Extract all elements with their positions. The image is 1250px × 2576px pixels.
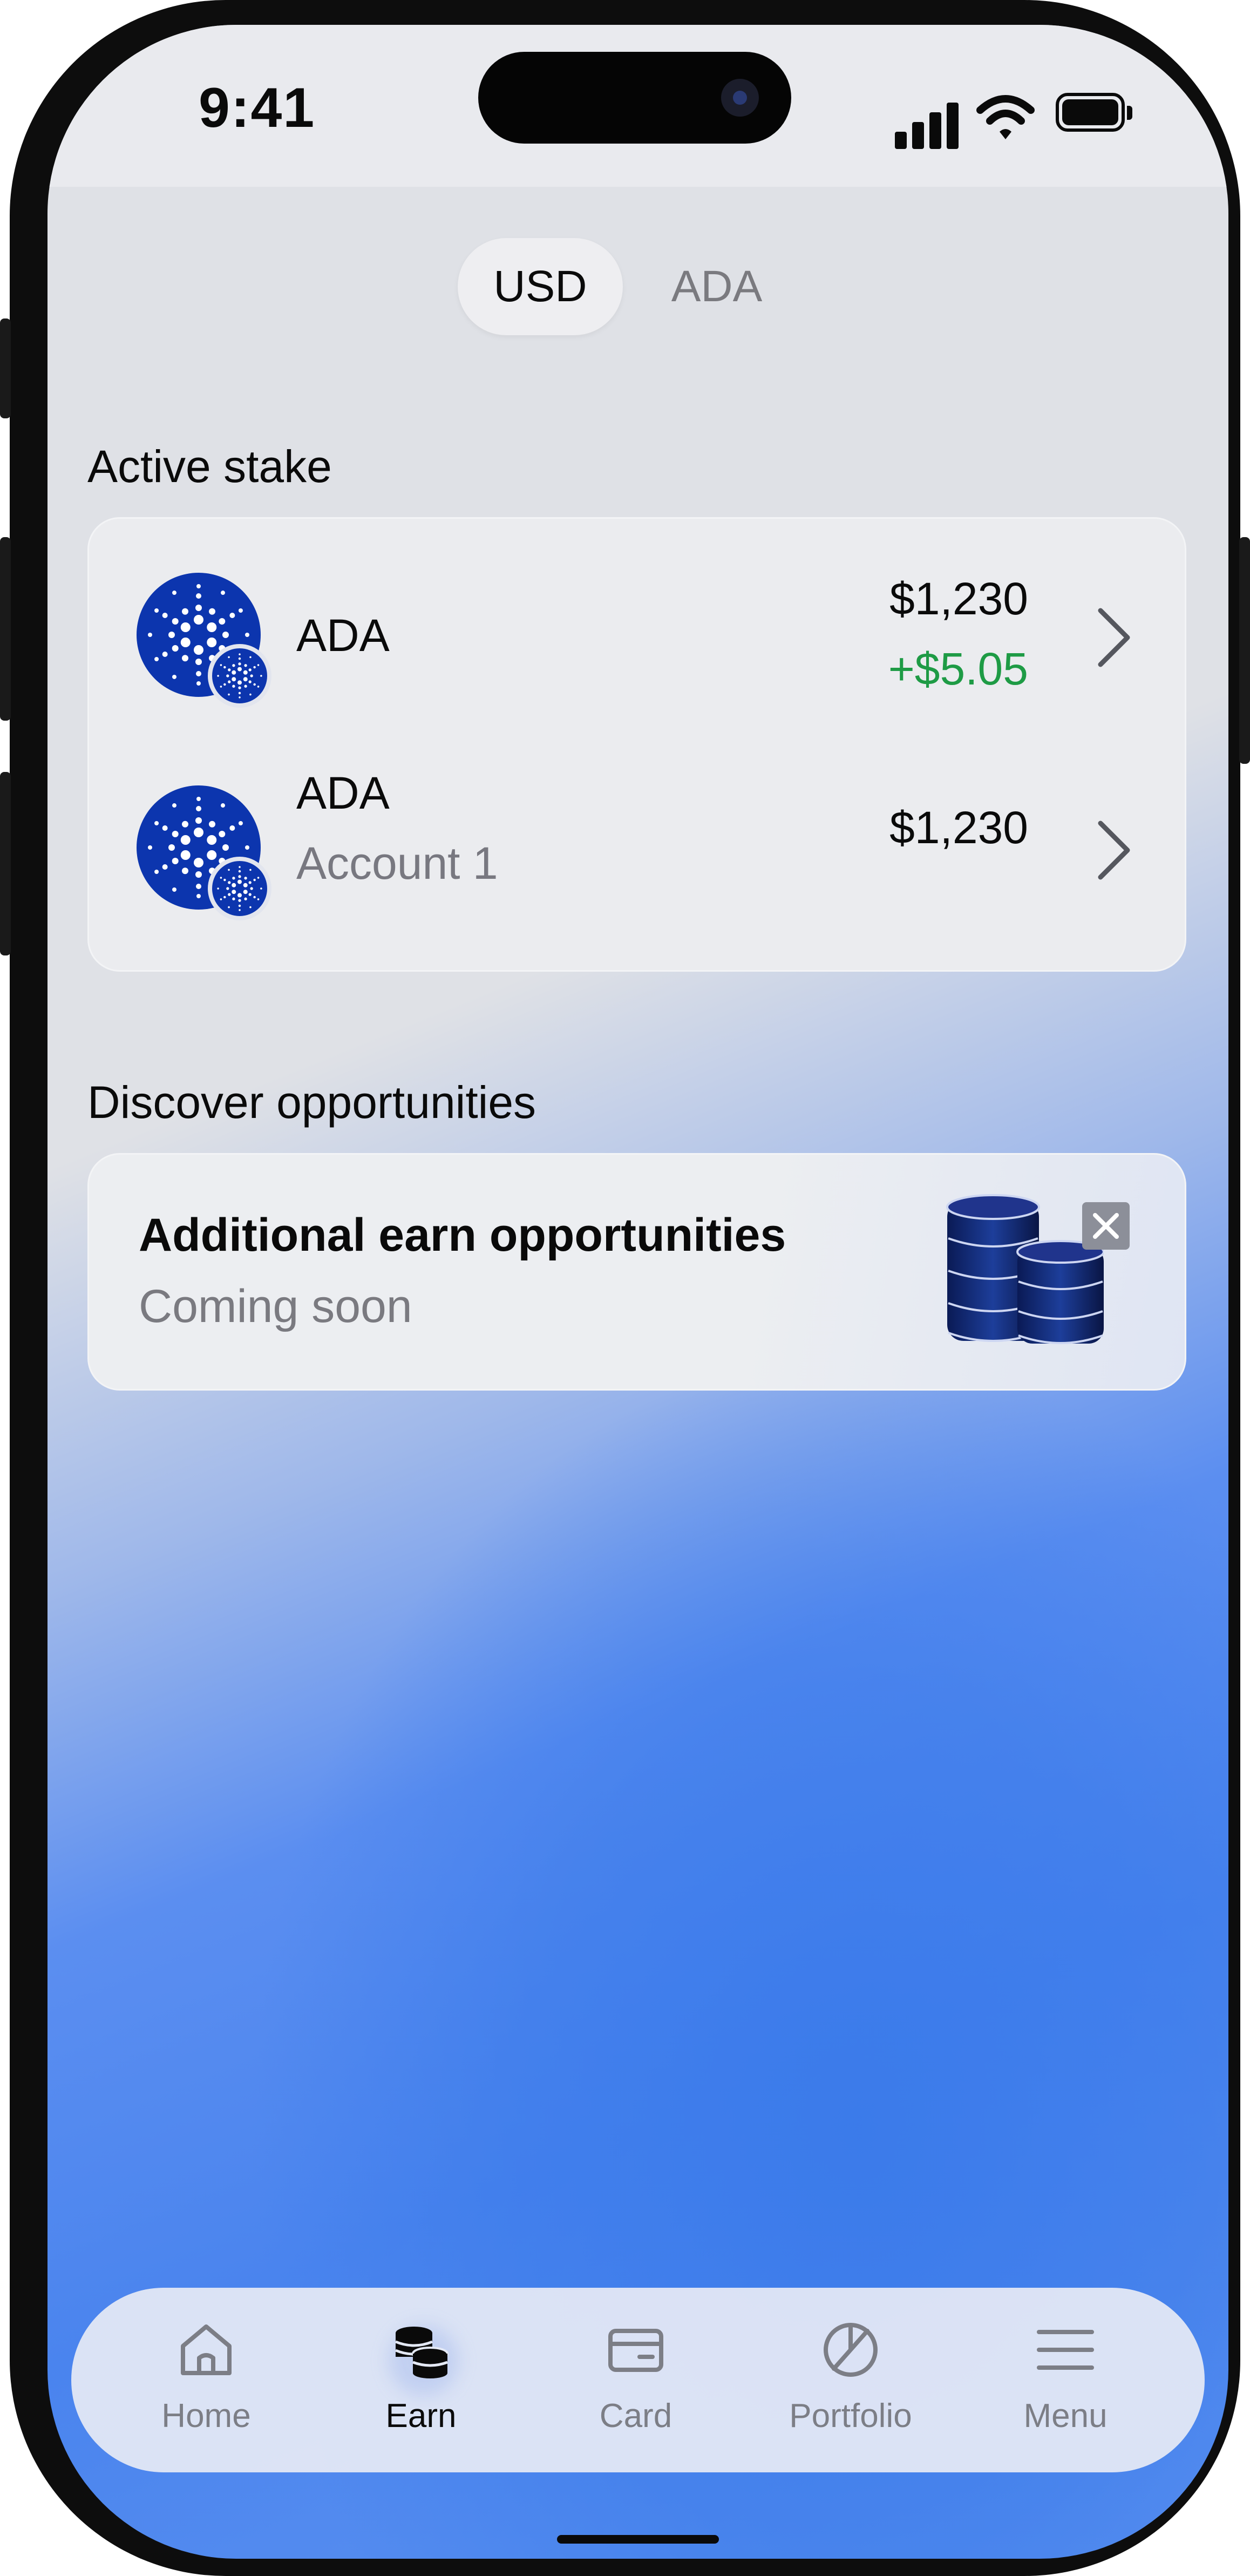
currency-toggle-usd[interactable]: USD: [458, 238, 623, 335]
opportunities-card[interactable]: Additional earn opportunities Coming soo…: [87, 1153, 1186, 1391]
dismiss-close-icon[interactable]: [1082, 1202, 1130, 1250]
coins-icon: [395, 2327, 449, 2378]
nav-item-home[interactable]: Home: [125, 2288, 287, 2472]
volume-up-button: [0, 537, 11, 721]
phone-frame: 9:41 USD ADA Active stake ADA $1,230 +$5…: [0, 0, 1250, 2576]
active-stake-heading: Active stake: [87, 441, 332, 492]
volume-down-button: [0, 772, 11, 955]
pie-chart-icon: [824, 2323, 878, 2377]
nav-label-earn: Earn: [385, 2397, 457, 2435]
chevron-right-icon: [1098, 608, 1130, 667]
power-button: [1239, 537, 1250, 764]
stake-row-ada-1[interactable]: ADA $1,230 +$5.05: [89, 519, 1185, 745]
home-icon: [181, 2324, 232, 2375]
nav-item-menu[interactable]: Menu: [984, 2288, 1146, 2472]
wifi-icon: [976, 95, 1035, 139]
stake-amount: $1,230: [889, 573, 1028, 624]
dynamic-island: [478, 52, 791, 144]
cardano-icon: [137, 573, 271, 708]
coin-stack-icon: [946, 1194, 1104, 1344]
nav-item-earn[interactable]: Earn: [340, 2288, 502, 2472]
discover-heading: Discover opportunities: [87, 1077, 536, 1128]
cardano-icon: [137, 785, 271, 920]
menu-icon: [1037, 2330, 1094, 2370]
home-indicator: [557, 2535, 719, 2544]
active-stake-card: ADA $1,230 +$5.05 ADA Account 1 $1,230: [87, 517, 1186, 972]
stake-amount: $1,230: [889, 802, 1028, 853]
card-icon: [608, 2329, 663, 2372]
cardano-badge-icon: [208, 857, 271, 920]
stake-account-name: Account 1: [296, 838, 498, 889]
status-bar: 9:41: [47, 25, 1228, 187]
status-time: 9:41: [199, 77, 316, 139]
battery-icon: [1056, 93, 1137, 136]
cellular-signal-icon: [895, 95, 960, 149]
cardano-badge-icon: [208, 644, 271, 708]
nav-label-home: Home: [161, 2397, 251, 2435]
nav-item-card[interactable]: Card: [555, 2288, 717, 2472]
stake-asset-name: ADA: [296, 610, 390, 661]
stake-asset-name: ADA: [296, 768, 390, 818]
app-screen: 9:41 USD ADA Active stake ADA $1,230 +$5…: [47, 25, 1228, 2559]
nav-item-portfolio[interactable]: Portfolio: [770, 2288, 932, 2472]
chevron-right-icon: [1098, 821, 1130, 880]
nav-label-card: Card: [599, 2397, 672, 2435]
camera-icon: [721, 79, 759, 117]
bottom-nav-bar: Home Earn Card Portfolio Menu: [71, 2288, 1205, 2472]
action-button: [0, 318, 11, 418]
opportunities-subtitle: Coming soon: [139, 1280, 412, 1332]
nav-label-menu: Menu: [1023, 2397, 1108, 2435]
stake-change: +$5.05: [888, 643, 1028, 694]
nav-label-portfolio: Portfolio: [789, 2397, 912, 2435]
opportunities-title: Additional earn opportunities: [139, 1209, 786, 1261]
currency-toggle-ada[interactable]: ADA: [641, 238, 792, 335]
stake-row-ada-2[interactable]: ADA Account 1 $1,230: [89, 745, 1185, 972]
